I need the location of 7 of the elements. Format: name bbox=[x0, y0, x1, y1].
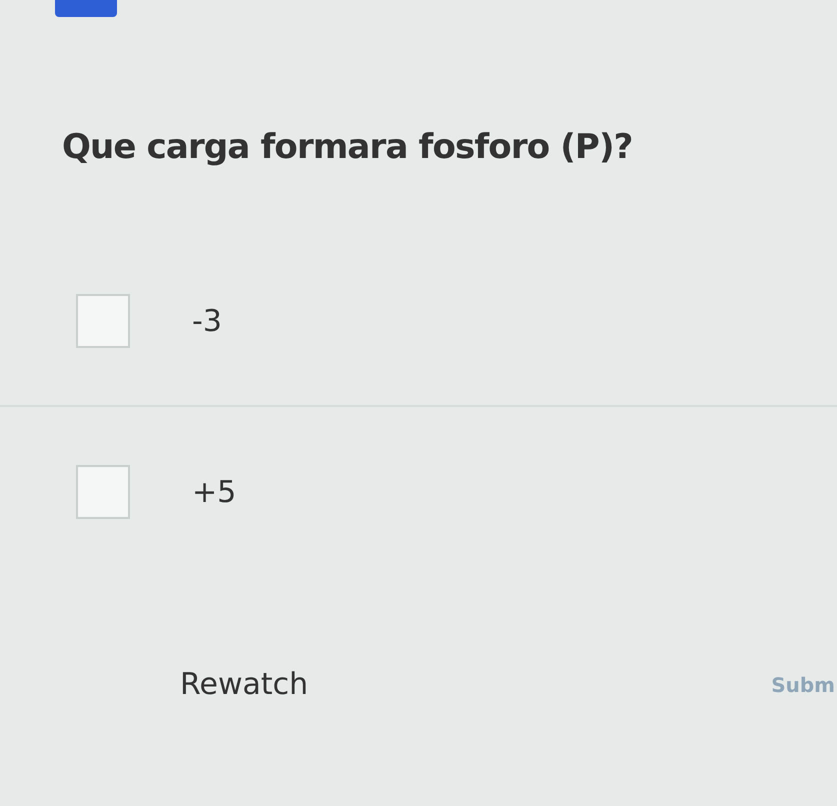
option-label: +5 bbox=[192, 474, 236, 512]
checkbox[interactable] bbox=[76, 465, 130, 519]
rewatch-button[interactable]: Rewatch bbox=[180, 662, 308, 707]
checkbox[interactable] bbox=[76, 294, 130, 348]
option-label: -3 bbox=[192, 302, 222, 340]
question-text: Que carga formara fosforo (P)? bbox=[62, 126, 634, 169]
top-button[interactable] bbox=[55, 0, 117, 17]
